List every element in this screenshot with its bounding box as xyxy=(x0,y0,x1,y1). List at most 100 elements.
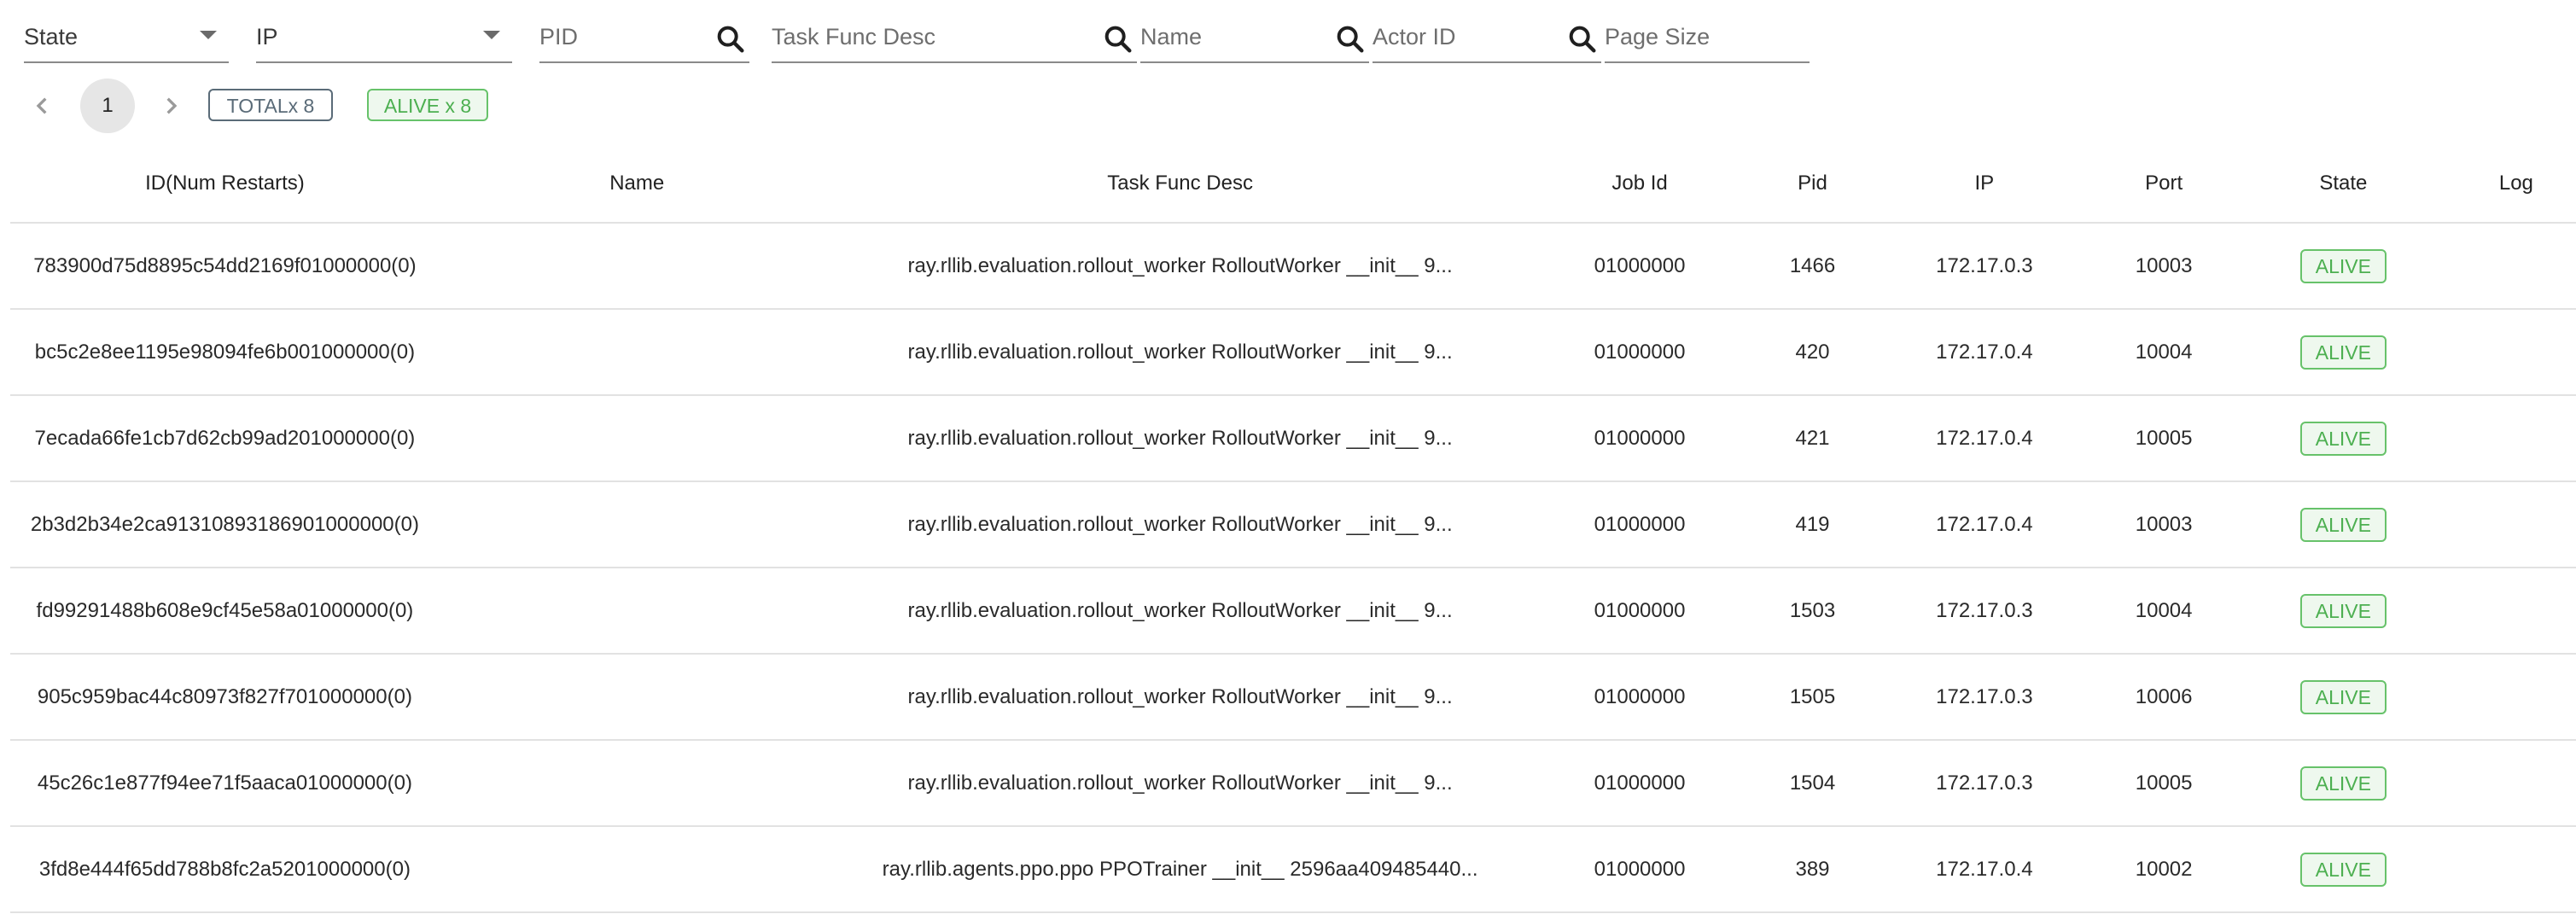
cell-pid: 421 xyxy=(1753,395,1872,482)
cell-job-id: 01000000 xyxy=(1525,740,1754,827)
cell-actor-id: fd99291488b608e9cf45e58a01000000(0) xyxy=(10,568,440,655)
actor-id-search-placeholder: Actor ID xyxy=(1373,24,1456,49)
cell-actor-id: bc5c2e8ee1195e98094fe6b001000000(0) xyxy=(10,309,440,396)
pid-search-placeholder: PID xyxy=(539,24,579,49)
cell-actor-id: 905c959bac44c80973f827f701000000(0) xyxy=(10,654,440,741)
cell-task-func-desc: ray.rllib.evaluation.rollout_worker Roll… xyxy=(834,568,1526,655)
cell-state: ALIVE xyxy=(2230,568,2457,655)
cell-ip: 172.17.0.4 xyxy=(1871,481,2098,568)
cell-task-func-desc: ray.rllib.evaluation.rollout_worker Roll… xyxy=(834,395,1526,482)
cell-actor-id: 45c26c1e877f94ee71f5aaca01000000(0) xyxy=(10,740,440,827)
status-badge: ALIVE xyxy=(2299,852,2387,887)
column-header-job-id[interactable]: Job Id xyxy=(1525,145,1754,224)
alive-count-tag: ALIVE x 8 xyxy=(367,89,488,121)
cell-name xyxy=(439,568,835,655)
cell-job-id: 01000000 xyxy=(1525,223,1754,310)
cell-log xyxy=(2456,395,2576,482)
cell-state: ALIVE xyxy=(2230,395,2457,482)
cell-actor-id: 3fd8e444f65dd788b8fc2a5201000000(0) xyxy=(10,826,440,913)
column-header-ip[interactable]: IP xyxy=(1871,145,2098,224)
cell-ip: 172.17.0.3 xyxy=(1871,568,2098,655)
table-row: fd99291488b608e9cf45e58a01000000(0) ray.… xyxy=(10,568,2576,655)
column-header-port[interactable]: Port xyxy=(2097,145,2230,224)
task-func-desc-search-input[interactable]: Task Func Desc xyxy=(772,19,1137,63)
cell-ip: 172.17.0.4 xyxy=(1871,309,2098,396)
cell-task-func-desc: ray.rllib.evaluation.rollout_worker Roll… xyxy=(834,223,1526,310)
cell-log xyxy=(2456,654,2576,741)
name-search-input[interactable]: Name xyxy=(1140,19,1369,63)
cell-state: ALIVE xyxy=(2230,654,2457,741)
column-header-pid[interactable]: Pid xyxy=(1753,145,1872,224)
table-row: 2b3d2b34e2ca91310893186901000000(0) ray.… xyxy=(10,481,2576,568)
page-size-placeholder: Page Size xyxy=(1605,24,1711,49)
cell-pid: 420 xyxy=(1753,309,1872,396)
cell-ip: 172.17.0.4 xyxy=(1871,826,2098,913)
state-select-label: State xyxy=(24,24,79,49)
cell-port: 10002 xyxy=(2097,826,2230,913)
table-row: 905c959bac44c80973f827f701000000(0) ray.… xyxy=(10,654,2576,741)
cell-state: ALIVE xyxy=(2230,826,2457,913)
cell-port: 10004 xyxy=(2097,309,2230,396)
search-icon[interactable] xyxy=(1101,22,1135,56)
cell-log xyxy=(2456,481,2576,568)
actors-table: ID(Num Restarts) Name Task Func Desc Job… xyxy=(10,145,2576,913)
total-count-tag: TOTALx 8 xyxy=(208,89,333,121)
table-row: 3fd8e444f65dd788b8fc2a5201000000(0) ray.… xyxy=(10,826,2576,913)
actor-id-search-input[interactable]: Actor ID xyxy=(1373,19,1601,63)
cell-state: ALIVE xyxy=(2230,223,2457,310)
cell-job-id: 01000000 xyxy=(1525,309,1754,396)
status-badge: ALIVE xyxy=(2299,507,2387,542)
cell-name xyxy=(439,740,835,827)
column-header-state[interactable]: State xyxy=(2230,145,2457,224)
cell-name xyxy=(439,309,835,396)
search-icon[interactable] xyxy=(714,22,748,56)
state-select[interactable]: State xyxy=(24,19,229,63)
cell-task-func-desc: ray.rllib.evaluation.rollout_worker Roll… xyxy=(834,654,1526,741)
column-header-log[interactable]: Log xyxy=(2456,145,2576,224)
name-search-placeholder: Name xyxy=(1140,24,1203,49)
table-row: 7ecada66fe1cb7d62cb99ad201000000(0) ray.… xyxy=(10,395,2576,482)
cell-ip: 172.17.0.3 xyxy=(1871,654,2098,741)
pid-search-input[interactable]: PID xyxy=(539,19,749,63)
cell-name xyxy=(439,826,835,913)
chevron-left-icon[interactable] xyxy=(26,89,60,123)
table-row: 45c26c1e877f94ee71f5aaca01000000(0) ray.… xyxy=(10,740,2576,827)
cell-log xyxy=(2456,740,2576,827)
chevron-right-icon[interactable] xyxy=(154,89,188,123)
ip-select[interactable]: IP xyxy=(256,19,512,63)
cell-name xyxy=(439,481,835,568)
cell-pid: 419 xyxy=(1753,481,1872,568)
cell-task-func-desc: ray.rllib.evaluation.rollout_worker Roll… xyxy=(834,481,1526,568)
cell-state: ALIVE xyxy=(2230,740,2457,827)
status-badge: ALIVE xyxy=(2299,593,2387,628)
column-header-name[interactable]: Name xyxy=(439,145,835,224)
search-icon[interactable] xyxy=(1565,22,1600,56)
ip-select-label: IP xyxy=(256,24,278,49)
cell-name xyxy=(439,395,835,482)
status-badge: ALIVE xyxy=(2299,335,2387,370)
page-number-current[interactable]: 1 xyxy=(80,79,135,133)
cell-job-id: 01000000 xyxy=(1525,481,1754,568)
task-func-desc-search-placeholder: Task Func Desc xyxy=(772,24,936,49)
cell-state: ALIVE xyxy=(2230,309,2457,396)
column-header-task-func-desc[interactable]: Task Func Desc xyxy=(834,145,1526,224)
cell-log xyxy=(2456,223,2576,310)
cell-pid: 389 xyxy=(1753,826,1872,913)
cell-port: 10003 xyxy=(2097,223,2230,310)
cell-port: 10006 xyxy=(2097,654,2230,741)
cell-pid: 1466 xyxy=(1753,223,1872,310)
cell-log xyxy=(2456,309,2576,396)
cell-log xyxy=(2456,826,2576,913)
cell-actor-id: 2b3d2b34e2ca91310893186901000000(0) xyxy=(10,481,440,568)
cell-state: ALIVE xyxy=(2230,481,2457,568)
cell-job-id: 01000000 xyxy=(1525,568,1754,655)
table-row: 783900d75d8895c54dd2169f01000000(0) ray.… xyxy=(10,223,2576,310)
cell-pid: 1505 xyxy=(1753,654,1872,741)
search-icon[interactable] xyxy=(1333,22,1367,56)
column-header-id[interactable]: ID(Num Restarts) xyxy=(10,145,440,224)
page-size-input[interactable]: Page Size xyxy=(1605,19,1810,63)
cell-port: 10004 xyxy=(2097,568,2230,655)
triangle-down-icon xyxy=(200,31,217,39)
cell-actor-id: 783900d75d8895c54dd2169f01000000(0) xyxy=(10,223,440,310)
status-badge: ALIVE xyxy=(2299,248,2387,283)
